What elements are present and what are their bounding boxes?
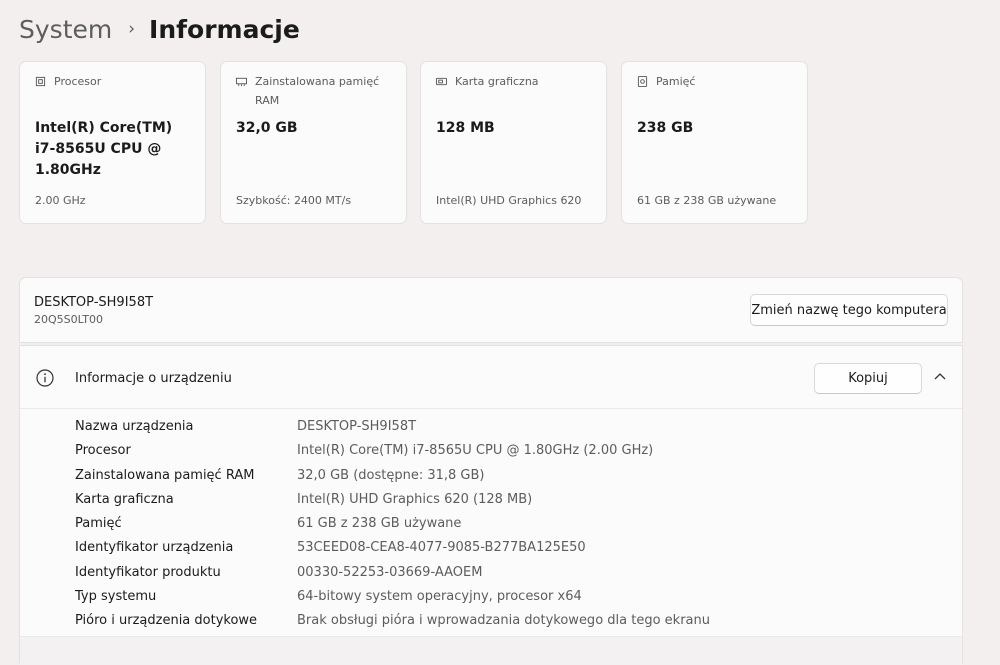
spec-row: Pióro i urządzenia dotykowe Brak obsługi… — [20, 610, 962, 634]
spec-label: Identyfikator urządzenia — [75, 540, 234, 556]
breadcrumb-system-link[interactable]: System — [19, 15, 112, 44]
device-name: DESKTOP-SH9I58T — [34, 295, 154, 310]
spec-row: Typ systemu 64-bitowy system operacyjny,… — [20, 586, 962, 610]
card-detail: 61 GB z 238 GB używane — [637, 194, 777, 207]
page-title: Informacje — [149, 14, 300, 44]
spec-row: Nazwa urządzenia DESKTOP-SH9I58T — [20, 416, 962, 440]
card-value: Intel(R) Core(TM) i7-8565U CPU @ 1.80GHz — [35, 120, 173, 178]
storage-icon — [637, 76, 648, 87]
spec-label: Identyfikator produktu — [75, 564, 221, 580]
device-spec-list: Nazwa urządzenia DESKTOP-SH9I58T Proceso… — [20, 416, 962, 634]
spec-label: Karta graficzna — [75, 491, 174, 507]
ram-icon — [236, 77, 247, 87]
card-detail: 2.00 GHz — [35, 194, 86, 207]
spec-label: Procesor — [75, 443, 131, 459]
spec-row: Identyfikator produktu 00330-52253-03669… — [20, 562, 962, 586]
graphics-card-icon — [436, 77, 447, 86]
card-label: Zainstalowana pamięć RAM — [255, 75, 380, 107]
spec-value: 53CEED08-CEA8-4077-9085-B277BA125E50 — [297, 540, 586, 556]
spec-label: Typ systemu — [75, 588, 157, 604]
rename-computer-button[interactable]: Zmień nazwę tego komputera — [750, 294, 948, 326]
card-label: Procesor — [54, 75, 102, 88]
spec-label: Zainstalowana pamięć RAM — [75, 467, 255, 483]
spec-value: 32,0 GB (dostępne: 31,8 GB) — [297, 467, 485, 483]
device-model: 20Q5S0LT00 — [34, 313, 103, 326]
spec-value: Brak obsługi pióra i wprowadzania dotyko… — [297, 613, 710, 628]
card-label: Karta graficzna — [455, 75, 539, 88]
copy-button[interactable]: Kopiuj — [814, 363, 922, 394]
card-label: Pamięć — [656, 75, 696, 88]
device-name-panel: DESKTOP-SH9I58T 20Q5S0LT00 Zmień nazwę t… — [19, 277, 963, 343]
storage-card: Pamięć 238 GB 61 GB z 238 GB używane — [621, 61, 808, 224]
processor-icon — [35, 76, 46, 87]
spec-value: 64-bitowy system operacyjny, procesor x6… — [297, 588, 582, 604]
spec-row: Karta graficzna Intel(R) UHD Graphics 62… — [20, 489, 962, 513]
spec-value: Intel(R) Core(TM) i7-8565U CPU @ 1.80GHz… — [297, 443, 654, 459]
spec-value: 00330-52253-03669-AAOEM — [297, 564, 483, 580]
card-detail: Intel(R) UHD Graphics 620 — [436, 194, 582, 207]
chevron-right-icon: › — [128, 19, 136, 39]
spec-row: Zainstalowana pamięć RAM 32,0 GB (dostęp… — [20, 465, 962, 489]
spec-row: Identyfikator urządzenia 53CEED08-CEA8-4… — [20, 537, 962, 561]
spec-row: Pamięć 61 GB z 238 GB używane — [20, 513, 962, 537]
spec-value: DESKTOP-SH9I58T — [297, 419, 417, 434]
device-info-header[interactable]: Informacje o urządzeniu Kopiuj — [20, 346, 962, 409]
spec-value: Intel(R) UHD Graphics 620 (128 MB) — [297, 491, 533, 507]
spec-label: Nazwa urządzenia — [75, 419, 194, 434]
spec-row: Procesor Intel(R) Core(TM) i7-8565U CPU … — [20, 440, 962, 464]
breadcrumb: System › Informacje — [19, 9, 300, 49]
spec-label: Pióro i urządzenia dotykowe — [75, 613, 258, 628]
card-detail: Szybkość: 2400 MT/s — [236, 194, 352, 207]
processor-card: Procesor Intel(R) Core(TM) i7-8565U CPU … — [19, 61, 206, 224]
next-section-edge — [20, 636, 962, 665]
spec-value: 61 GB z 238 GB używane — [297, 516, 462, 531]
ram-card: Zainstalowana pamięć RAM 32,0 GB Szybkoś… — [220, 61, 407, 224]
info-icon — [36, 369, 54, 387]
device-info-title: Informacje o urządzeniu — [75, 371, 232, 386]
spec-label: Pamięć — [75, 516, 122, 531]
graphics-card-card: Karta graficzna 128 MB Intel(R) UHD Grap… — [420, 61, 607, 224]
chevron-up-icon[interactable] — [933, 371, 947, 381]
card-value: 128 MB — [436, 120, 495, 136]
card-value: 32,0 GB — [236, 120, 298, 136]
device-info-panel: Informacje o urządzeniu Kopiuj Nazwa urz… — [19, 345, 963, 665]
card-value: 238 GB — [637, 120, 694, 136]
